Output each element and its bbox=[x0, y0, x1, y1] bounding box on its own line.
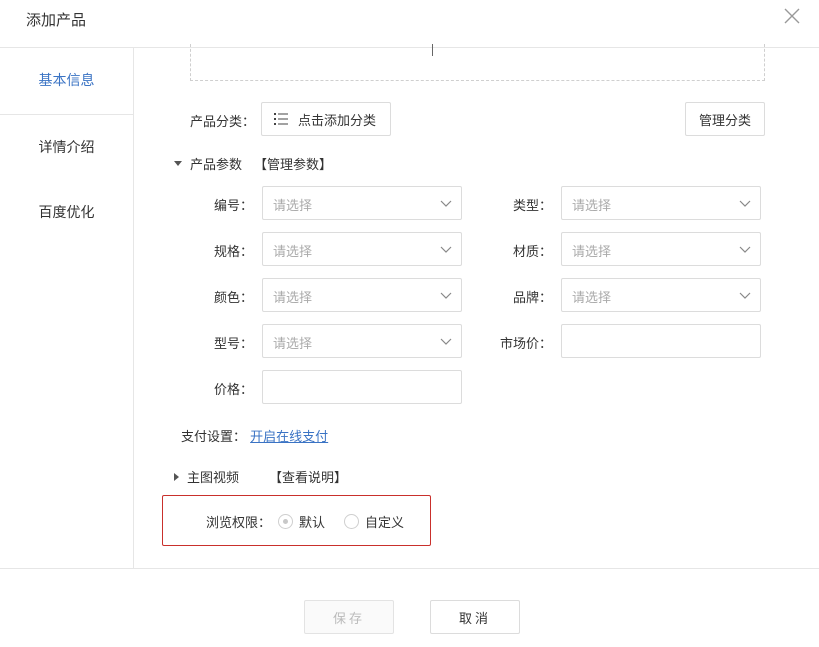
field-label-code: 编号： bbox=[214, 199, 254, 214]
sidebar-item-baidu-seo[interactable]: 百度优化 bbox=[0, 180, 133, 246]
permission-label: 浏览权限： bbox=[206, 516, 272, 531]
add-product-dialog: 添加产品 基本信息 详情介绍 百度优化 产品分类： 点击添加分类 管理分类 产品… bbox=[0, 0, 819, 647]
select-placeholder: 请选择 bbox=[273, 245, 313, 260]
view-permission-box: 浏览权限： 默认 自定义 bbox=[162, 495, 431, 546]
category-label: 产品分类： bbox=[190, 115, 256, 130]
params-toggle[interactable]: 产品参数 【管理参数】 bbox=[174, 154, 332, 173]
sidebar-item-details[interactable]: 详情介绍 bbox=[0, 114, 133, 180]
radio-checked-icon bbox=[278, 514, 293, 529]
select-placeholder: 请选择 bbox=[572, 199, 612, 214]
dialog-header: 添加产品 bbox=[0, 0, 819, 48]
radio-default[interactable]: 默认 bbox=[278, 512, 325, 531]
enable-online-payment-link[interactable]: 开启在线支付 bbox=[250, 430, 328, 445]
field-label-brand: 品牌： bbox=[513, 291, 553, 306]
add-category-button[interactable]: 点击添加分类 bbox=[261, 102, 391, 136]
select-placeholder: 请选择 bbox=[572, 245, 612, 260]
select-placeholder: 请选择 bbox=[572, 291, 612, 306]
price-input[interactable] bbox=[262, 370, 462, 404]
chevron-down-icon bbox=[739, 246, 751, 253]
caret-right-icon bbox=[174, 472, 179, 481]
text-cursor bbox=[432, 44, 433, 56]
image-upload-area[interactable] bbox=[190, 44, 765, 81]
radio-default-label: 默认 bbox=[299, 516, 326, 531]
view-instructions-link[interactable]: 【查看说明】 bbox=[269, 467, 347, 486]
model-select[interactable]: 请选择 bbox=[262, 324, 462, 358]
field-label-model: 型号： bbox=[214, 337, 254, 352]
field-label-color: 颜色： bbox=[214, 291, 254, 306]
field-label-spec: 规格： bbox=[214, 245, 254, 260]
field-label-price: 价格： bbox=[214, 383, 254, 398]
material-select[interactable]: 请选择 bbox=[561, 232, 761, 266]
save-button[interactable]: 保存 bbox=[304, 600, 394, 634]
close-icon[interactable] bbox=[783, 7, 801, 25]
chevron-down-icon bbox=[739, 292, 751, 299]
select-placeholder: 请选择 bbox=[273, 337, 313, 352]
add-category-label: 点击添加分类 bbox=[298, 113, 377, 129]
code-select[interactable]: 请选择 bbox=[262, 186, 462, 220]
payment-row: 支付设置： 开启在线支付 bbox=[181, 426, 328, 445]
manage-category-button[interactable]: 管理分类 bbox=[685, 102, 765, 136]
manage-params-link[interactable]: 【管理参数】 bbox=[254, 154, 332, 173]
spec-select[interactable]: 请选择 bbox=[262, 232, 462, 266]
radio-custom-label: 自定义 bbox=[365, 516, 405, 531]
caret-down-icon bbox=[174, 161, 182, 166]
chevron-down-icon bbox=[440, 200, 452, 207]
field-label-material: 材质： bbox=[513, 245, 553, 260]
radio-custom[interactable]: 自定义 bbox=[344, 512, 404, 531]
media-toggle[interactable]: 主图视频 【查看说明】 bbox=[174, 467, 347, 486]
select-placeholder: 请选择 bbox=[273, 199, 313, 214]
field-label-type: 类型： bbox=[513, 199, 553, 214]
radio-unchecked-icon bbox=[344, 514, 359, 529]
sidebar-item-basic-info[interactable]: 基本信息 bbox=[0, 48, 133, 114]
type-select[interactable]: 请选择 bbox=[561, 186, 761, 220]
dialog-title: 添加产品 bbox=[26, 11, 87, 29]
color-select[interactable]: 请选择 bbox=[262, 278, 462, 312]
sidebar-nav: 基本信息 详情介绍 百度优化 bbox=[0, 48, 134, 568]
chevron-down-icon bbox=[739, 200, 751, 207]
market-price-input[interactable] bbox=[561, 324, 761, 358]
chevron-down-icon bbox=[440, 338, 452, 345]
chevron-down-icon bbox=[440, 292, 452, 299]
brand-select[interactable]: 请选择 bbox=[561, 278, 761, 312]
chevron-down-icon bbox=[440, 246, 452, 253]
dialog-footer: 保存 取消 bbox=[0, 568, 819, 647]
list-icon bbox=[274, 113, 288, 125]
field-label-market-price: 市场价： bbox=[500, 337, 553, 352]
select-placeholder: 请选择 bbox=[273, 291, 313, 306]
cancel-button[interactable]: 取消 bbox=[430, 600, 520, 634]
params-heading: 产品参数 bbox=[190, 158, 243, 173]
form-main: 产品分类： 点击添加分类 管理分类 产品参数 【管理参数】 编号： 请选择 类型… bbox=[134, 44, 819, 568]
media-heading: 主图视频 bbox=[187, 471, 240, 486]
payment-label: 支付设置： bbox=[181, 430, 247, 445]
